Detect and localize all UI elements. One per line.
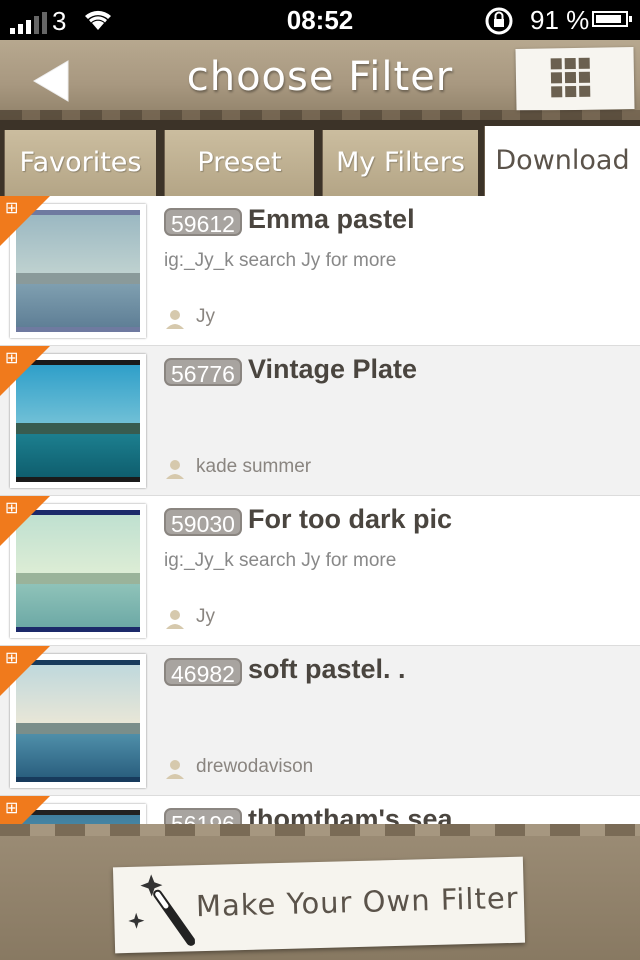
filter-id-badge: 56776 xyxy=(164,358,242,387)
filter-description: ig:_Jy_k search Jy for more xyxy=(164,550,397,571)
tab-label: Preset xyxy=(197,147,282,178)
battery-percent: 91 % xyxy=(530,5,590,35)
filter-description: ig:_Jy_k search Jy for more xyxy=(164,250,397,271)
battery-icon xyxy=(592,11,632,27)
filter-id-badge: 46982 xyxy=(164,658,242,687)
filter-row[interactable]: ⊞ 59030 For too dark pic ig:_Jy_k search Jy… xyxy=(0,496,640,646)
filter-name: Emma pastel xyxy=(248,204,415,234)
user-icon xyxy=(166,460,184,479)
user-icon xyxy=(166,610,184,629)
filter-row[interactable]: ⊞ 46982 soft pastel. . drewodavison xyxy=(0,646,640,796)
shopping-cart-icon: ⊞ xyxy=(5,800,19,817)
shopping-cart-icon: ⊞ xyxy=(5,350,19,367)
shopping-cart-icon: ⊞ xyxy=(5,200,19,217)
user-icon xyxy=(166,310,184,329)
tab-label: Favorites xyxy=(19,147,142,178)
nav-header: choose Filter xyxy=(0,40,640,120)
filter-author: Jy xyxy=(196,306,215,327)
grid-view-button[interactable] xyxy=(515,46,635,112)
tab-my-filters[interactable]: My Filters xyxy=(322,130,478,196)
magic-wand-icon xyxy=(128,874,196,946)
tab-label: My Filters xyxy=(336,147,465,178)
filter-author: kade summer xyxy=(196,456,312,477)
filter-row[interactable]: ⊞ 59612 Emma pastel ig:_Jy_k search Jy for … xyxy=(0,196,640,346)
status-bar: 3 08:52 91 % xyxy=(0,0,640,40)
shopping-cart-icon: ⊞ xyxy=(5,650,19,667)
filter-name: For too dark pic xyxy=(248,504,453,534)
tab-preset[interactable]: Preset xyxy=(164,130,314,196)
rotation-lock-icon xyxy=(484,6,514,43)
footer-bar: Make Your Own Filter xyxy=(0,824,640,960)
tab-bar: Favorites Preset My Filters Download xyxy=(0,120,640,196)
filter-name: Vintage Plate xyxy=(248,354,418,384)
tab-favorites[interactable]: Favorites xyxy=(4,130,156,196)
make-own-filter-label: Make Your Own Filter xyxy=(195,880,520,924)
filter-author: drewodavison xyxy=(196,756,314,777)
make-own-filter-button[interactable]: Make Your Own Filter xyxy=(112,856,526,954)
shopping-cart-icon: ⊞ xyxy=(5,500,19,517)
user-icon xyxy=(166,760,184,779)
grid-icon xyxy=(550,57,591,98)
filter-row[interactable]: ⊞ 56776 Vintage Plate kade summer xyxy=(0,346,640,496)
filter-id-badge: 59030 xyxy=(164,508,242,537)
tab-label: Download xyxy=(495,145,630,176)
filter-id-badge: 59612 xyxy=(164,208,242,237)
filter-author: Jy xyxy=(196,606,215,627)
tab-download[interactable]: Download xyxy=(484,126,640,196)
filter-name: soft pastel. . xyxy=(248,654,406,684)
